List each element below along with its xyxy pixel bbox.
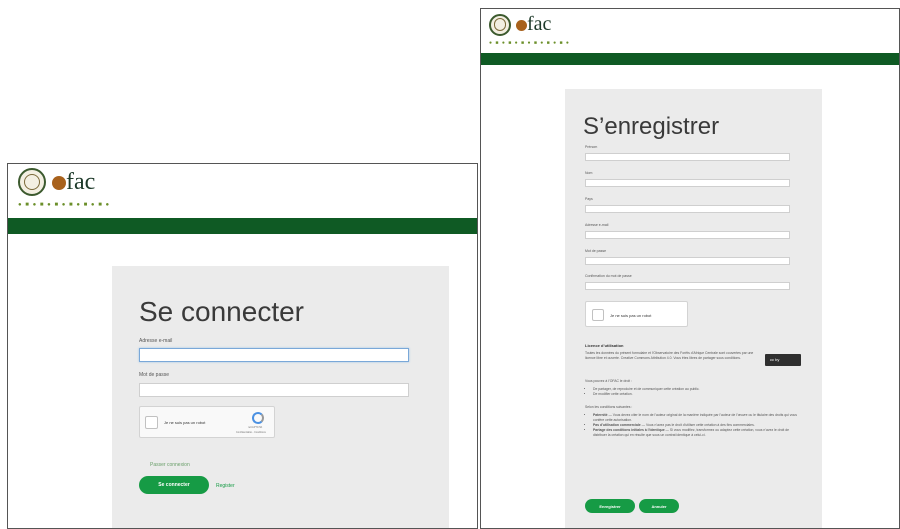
recaptcha-widget: Je ne suis pas un robot reCAPTCHA Confid… (139, 406, 275, 438)
email-label: Adresse e-mail (139, 338, 173, 344)
recaptcha-terms[interactable]: Confidentialité - Conditions (236, 431, 266, 434)
register-header-bar (481, 53, 899, 65)
recaptcha-label: Je ne suis pas un robot (610, 313, 652, 318)
license-body: Toutes les données du présent formulaire… (585, 351, 754, 360)
brand-dot-icon (52, 175, 66, 190)
password-input[interactable] (139, 383, 409, 397)
login-logo: fac (18, 168, 95, 196)
recaptcha-brand: reCAPTCHA (248, 426, 263, 429)
list-item: De modifier cette création. (593, 392, 793, 397)
seal-icon (489, 13, 511, 36)
page-title: S’enregistrer (583, 113, 720, 140)
register-cancel-button[interactable]: Annuler (639, 499, 679, 513)
register-submit-button[interactable]: Enregistrer (585, 499, 635, 513)
email-input[interactable] (139, 348, 409, 362)
login-button[interactable]: Se connecter (139, 476, 209, 494)
first-name-label: Prénom (585, 145, 598, 149)
brand-text: fac (66, 168, 96, 195)
conditions-heading: Selon les conditions suivantes : (585, 405, 633, 409)
last-name-label: Nom (585, 171, 593, 175)
login-tagline: ● ■ ● ■ ● ■ ● ■ ● ■ ● ■ ● (18, 202, 111, 208)
brand-text: fac (527, 13, 552, 35)
recaptcha-checkbox[interactable] (145, 416, 158, 429)
conditions-list: Paternité — Vous devez citer le nom de l… (585, 413, 798, 438)
list-item: Paternité — Vous devez citer le nom de l… (593, 413, 798, 423)
last-name-input[interactable] (585, 179, 790, 187)
allowed-list: De partager, de reproduire et de communi… (585, 387, 793, 397)
register-window: fac ● ■ ● ■ ● ■ ● ■ ● ■ ● ■ ● S’enregist… (480, 8, 900, 529)
password-label: Mot de passe (585, 249, 607, 253)
brand-logo: fac (516, 13, 551, 36)
condition-title: Partage des conditions initiales à l’ide… (593, 428, 665, 432)
email-label: Adresse e-mail (585, 223, 609, 227)
recaptcha-widget: Je ne suis pas un robot (585, 301, 688, 327)
country-input[interactable] (585, 205, 790, 213)
first-name-input[interactable] (585, 153, 790, 161)
list-item: Partage des conditions initiales à l’ide… (593, 428, 798, 438)
license-heading: Licence d’utilisation (585, 343, 624, 348)
email-input[interactable] (585, 231, 790, 239)
login-header-bar (8, 218, 477, 234)
password-confirm-label: Confirmation du mot de passe (585, 274, 632, 278)
country-label: Pays (585, 197, 593, 201)
forgot-link[interactable]: Passer connexion (150, 462, 190, 468)
recaptcha-checkbox[interactable] (592, 309, 604, 321)
condition-title: Pas d’utilisation commerciale (593, 423, 641, 427)
recaptcha-label: Je ne suis pas un robot (164, 420, 206, 425)
condition-text: — Vous devez citer le nom de l’auteur or… (593, 413, 797, 422)
recaptcha-icon (252, 412, 264, 424)
register-tagline: ● ■ ● ■ ● ■ ● ■ ● ■ ● ■ ● (489, 40, 570, 46)
brand-logo: fac (52, 169, 95, 196)
password-label: Mot de passe (139, 372, 170, 378)
brand-dot-icon (516, 19, 527, 31)
page-title: Se connecter (139, 296, 304, 327)
cc-by-icon: cc by (765, 354, 801, 366)
register-card: S’enregistrer Prénom Nom Pays Adresse e-… (565, 89, 822, 528)
login-window: fac ● ■ ● ■ ● ■ ● ■ ● ■ ● ■ ● Se connect… (7, 163, 478, 529)
password-confirm-input[interactable] (585, 282, 790, 290)
condition-title: Paternité (593, 413, 608, 417)
allowed-heading: Vous pouvez à l’OFAC le droit : (585, 379, 632, 383)
login-card: Se connecter Adresse e-mail Mot de passe… (112, 266, 449, 528)
password-input[interactable] (585, 257, 790, 265)
cc-badge-text: cc by (770, 357, 780, 362)
register-logo: fac (489, 13, 551, 36)
seal-icon (18, 168, 46, 196)
register-link[interactable]: Register (216, 483, 235, 489)
condition-text: — Vous n’avez pas le droit d’utiliser ce… (640, 423, 755, 427)
